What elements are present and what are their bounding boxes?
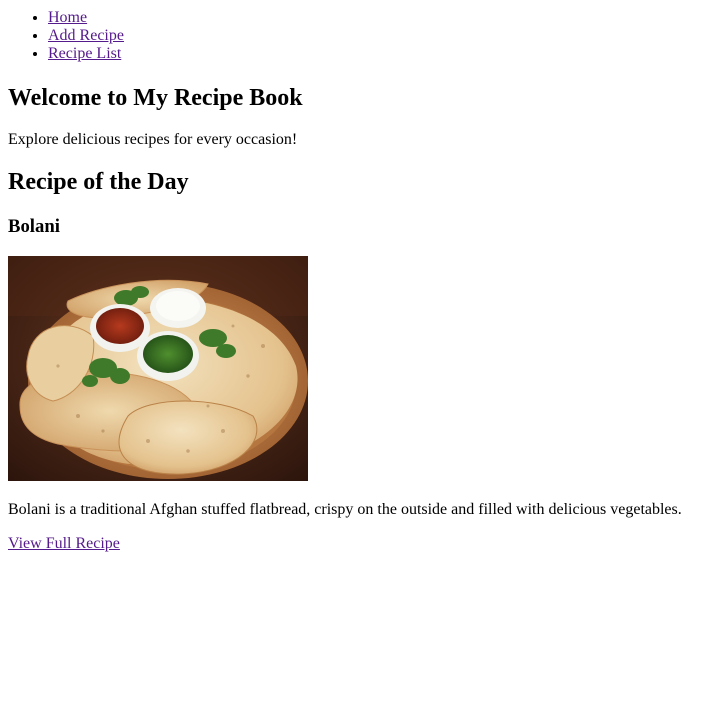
nav-link-recipe-list[interactable]: Recipe List: [48, 45, 121, 62]
view-full-recipe-link[interactable]: View Full Recipe: [8, 535, 120, 552]
nav-link-add-recipe[interactable]: Add Recipe: [48, 27, 124, 44]
nav-list: Home Add Recipe Recipe List: [8, 9, 713, 63]
nav-item-recipe-list: Recipe List: [48, 45, 713, 63]
recipe-photo: [8, 256, 308, 481]
nav-link-home[interactable]: Home: [48, 9, 87, 26]
page-title: Welcome to My Recipe Book: [8, 85, 303, 111]
recipe-name: Bolani: [8, 216, 60, 237]
nav-item-add-recipe: Add Recipe: [48, 27, 713, 45]
page-subtitle: Explore delicious recipes for every occa…: [8, 131, 298, 148]
nav-item-home: Home: [48, 9, 713, 27]
main-nav: Home Add Recipe Recipe List: [8, 9, 713, 63]
page: Home Add Recipe Recipe List Welcome to M…: [0, 9, 721, 552]
section-title-recipe-of-the-day: Recipe of the Day: [8, 169, 189, 195]
recipe-description: Bolani is a traditional Afghan stuffed f…: [8, 501, 682, 518]
